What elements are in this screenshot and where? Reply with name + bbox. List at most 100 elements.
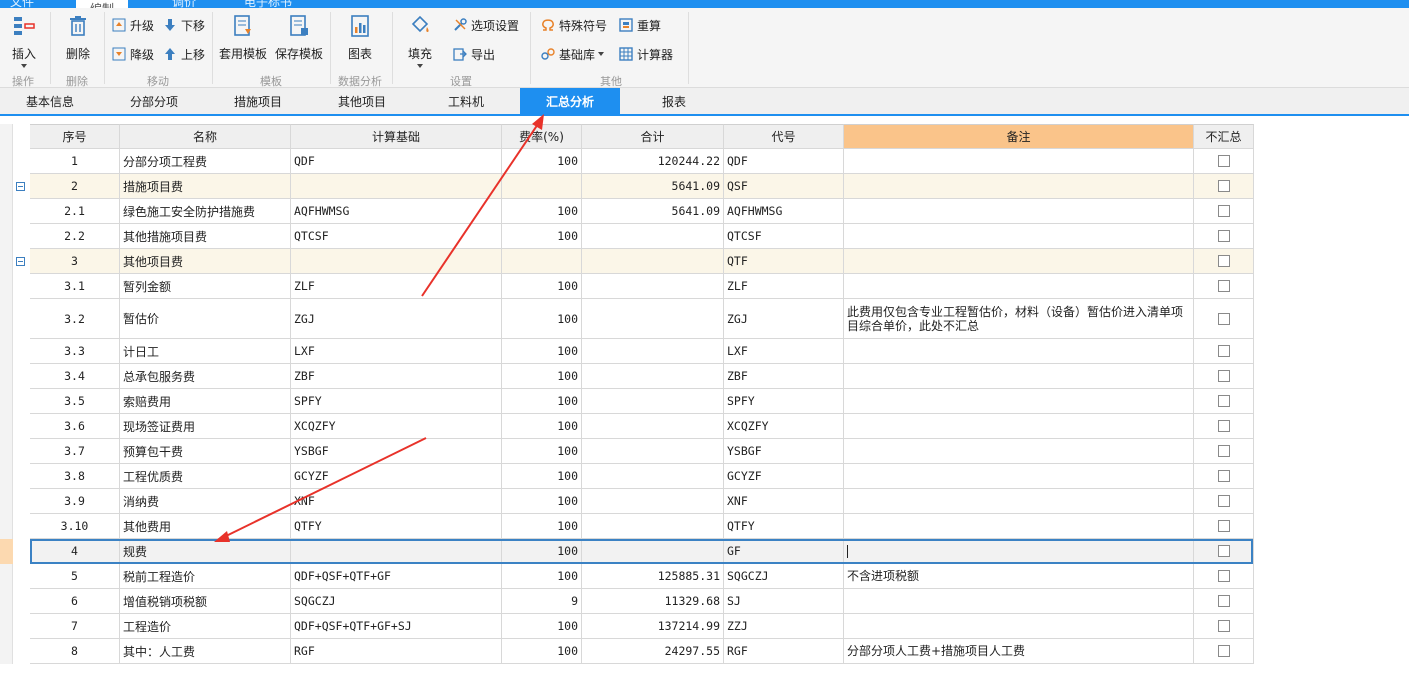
- exclude-checkbox[interactable]: [1217, 595, 1230, 607]
- cell-code[interactable]: GCYZF: [724, 464, 844, 489]
- cell-total[interactable]: 137214.99: [582, 614, 724, 639]
- tab-reports[interactable]: 报表: [624, 88, 724, 116]
- cell-chk[interactable]: [1194, 339, 1254, 364]
- cell-name[interactable]: 税前工程造价: [120, 564, 291, 589]
- cell-base[interactable]: SPFY: [291, 389, 502, 414]
- move-up-button[interactable]: 上移: [162, 43, 205, 65]
- cell-chk[interactable]: [1194, 249, 1254, 274]
- cell-name[interactable]: 工程优质费: [120, 464, 291, 489]
- cell-name[interactable]: 暂列金额: [120, 274, 291, 299]
- cell-name[interactable]: 工程造价: [120, 614, 291, 639]
- cell-note[interactable]: 不含进项税额: [844, 564, 1194, 589]
- cell-note[interactable]: [844, 149, 1194, 174]
- fill-button[interactable]: 填充: [398, 8, 442, 68]
- cell-chk[interactable]: [1194, 614, 1254, 639]
- menu-compile[interactable]: 编制: [76, 0, 129, 8]
- cell-note[interactable]: [844, 339, 1194, 364]
- cell-note[interactable]: [844, 464, 1194, 489]
- cell-base[interactable]: QDF+QSF+QTF+GF+SJ: [291, 614, 502, 639]
- cell-chk[interactable]: [1194, 299, 1254, 339]
- cell-name[interactable]: 现场签证费用: [120, 414, 291, 439]
- cell-chk[interactable]: [1194, 149, 1254, 174]
- cell-chk[interactable]: [1194, 199, 1254, 224]
- menu-file[interactable]: 文件: [10, 0, 34, 8]
- cell-rate[interactable]: 100: [502, 339, 582, 364]
- exclude-checkbox[interactable]: [1217, 395, 1230, 407]
- downgrade-button[interactable]: 降级: [111, 43, 154, 65]
- cell-rate[interactable]: 100: [502, 224, 582, 249]
- cell-chk[interactable]: [1194, 514, 1254, 539]
- cell-code[interactable]: XCQZFY: [724, 414, 844, 439]
- cell-code[interactable]: QTCSF: [724, 224, 844, 249]
- cell-chk[interactable]: [1194, 224, 1254, 249]
- exclude-checkbox[interactable]: [1217, 620, 1230, 632]
- chart-button[interactable]: 图表: [338, 8, 382, 68]
- exclude-checkbox[interactable]: [1217, 280, 1230, 292]
- cell-base[interactable]: ZGJ: [291, 299, 502, 339]
- cell-note[interactable]: [844, 364, 1194, 389]
- collapse-icon[interactable]: [16, 182, 25, 191]
- column-header[interactable]: 代号: [724, 124, 844, 149]
- cell-base[interactable]: QDF+QSF+QTF+GF: [291, 564, 502, 589]
- cell-rate[interactable]: [502, 249, 582, 274]
- cell-total[interactable]: 11329.68: [582, 589, 724, 614]
- cell-total[interactable]: [582, 274, 724, 299]
- cell-note[interactable]: [844, 439, 1194, 464]
- exclude-checkbox[interactable]: [1217, 445, 1230, 457]
- cell-base[interactable]: XNF: [291, 489, 502, 514]
- cell-rate[interactable]: 100: [502, 364, 582, 389]
- cell-name[interactable]: 绿色施工安全防护措施费: [120, 199, 291, 224]
- exclude-checkbox[interactable]: [1217, 470, 1230, 482]
- cell-code[interactable]: ZLF: [724, 274, 844, 299]
- cell-name[interactable]: 其他措施项目费: [120, 224, 291, 249]
- cell-rate[interactable]: 100: [502, 539, 582, 564]
- cell-chk[interactable]: [1194, 414, 1254, 439]
- cell-code[interactable]: QDF: [724, 149, 844, 174]
- base-lib-button[interactable]: 基础库: [540, 43, 605, 65]
- cell-base[interactable]: QDF: [291, 149, 502, 174]
- column-header[interactable]: 不汇总: [1194, 124, 1254, 149]
- cell-note[interactable]: [844, 174, 1194, 199]
- export-button[interactable]: 导出: [452, 43, 495, 65]
- exclude-checkbox[interactable]: [1217, 255, 1230, 267]
- exclude-checkbox[interactable]: [1217, 180, 1230, 192]
- cell-base[interactable]: ZBF: [291, 364, 502, 389]
- cell-note[interactable]: [844, 274, 1194, 299]
- cell-rate[interactable]: 100: [502, 414, 582, 439]
- cell-total[interactable]: [582, 249, 724, 274]
- tab-measures[interactable]: 措施项目: [208, 88, 308, 116]
- cell-rate[interactable]: 100: [502, 389, 582, 414]
- cell-note[interactable]: [844, 249, 1194, 274]
- menu-adjust[interactable]: 调价: [172, 0, 196, 8]
- cell-total[interactable]: 5641.09: [582, 199, 724, 224]
- cell-base[interactable]: SQGCZJ: [291, 589, 502, 614]
- cell-total[interactable]: [582, 364, 724, 389]
- cell-code[interactable]: SPFY: [724, 389, 844, 414]
- cell-total[interactable]: [582, 514, 724, 539]
- cell-total[interactable]: [582, 464, 724, 489]
- cell-note[interactable]: [844, 614, 1194, 639]
- exclude-checkbox[interactable]: [1217, 345, 1230, 357]
- cell-note[interactable]: [844, 414, 1194, 439]
- cell-base[interactable]: [291, 249, 502, 274]
- cell-rate[interactable]: 100: [502, 299, 582, 339]
- cell-base[interactable]: YSBGF: [291, 439, 502, 464]
- cell-code[interactable]: QTF: [724, 249, 844, 274]
- calculator-button[interactable]: 计算器: [618, 43, 673, 65]
- cell-base[interactable]: QTCSF: [291, 224, 502, 249]
- move-down-button[interactable]: 下移: [162, 14, 205, 36]
- save-template-button[interactable]: 保存模板: [274, 8, 324, 68]
- cell-rate[interactable]: 100: [502, 439, 582, 464]
- cell-name[interactable]: 暂估价: [120, 299, 291, 339]
- cell-note[interactable]: 分部分项人工费+措施项目人工费: [844, 639, 1194, 664]
- cell-name[interactable]: 规费: [120, 539, 291, 564]
- cell-base[interactable]: [291, 174, 502, 199]
- cell-code[interactable]: LXF: [724, 339, 844, 364]
- cell-rate[interactable]: 100: [502, 614, 582, 639]
- cell-code[interactable]: RGF: [724, 639, 844, 664]
- column-header[interactable]: 名称: [120, 124, 291, 149]
- cell-base[interactable]: RGF: [291, 639, 502, 664]
- exclude-checkbox[interactable]: [1217, 520, 1230, 532]
- cell-chk[interactable]: [1194, 539, 1254, 564]
- delete-button[interactable]: 删除: [56, 8, 100, 68]
